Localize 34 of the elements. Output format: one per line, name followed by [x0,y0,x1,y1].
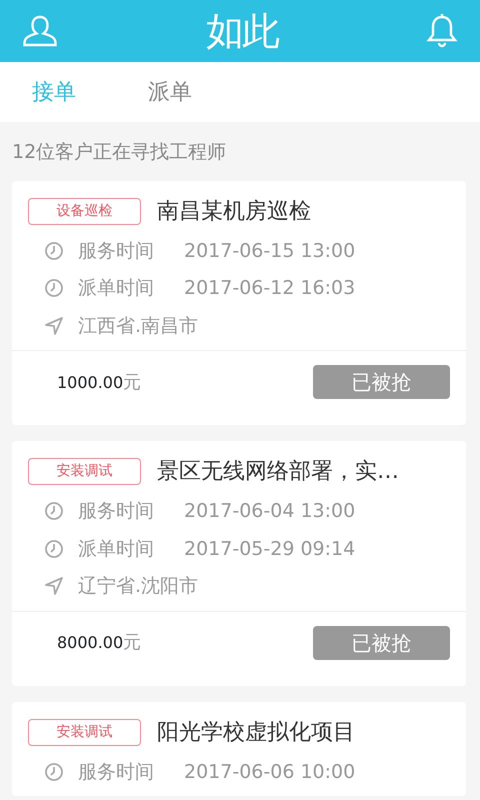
time-label: 派单时间 [78,276,154,301]
time-value: 2017-05-29 09:14 [184,536,356,562]
location-arrow-icon [44,316,64,336]
order-title: 景区无线网络部署，实… [157,458,399,486]
time-label: 服务时间 [78,238,154,264]
location-arrow-icon [44,576,64,596]
order-card[interactable]: 安装调试 阳光学校虚拟化项目 服务时间 2017-06-06 10:00 [12,702,466,796]
time-label: 服务时间 [78,760,154,784]
tab[interactable]: 派单 [148,76,192,108]
clock-icon [44,278,64,298]
category-tag: 安装调试 [28,458,141,485]
order-title: 南昌某机房巡检 [157,198,311,226]
app-logo: 如此 [206,12,278,50]
category-tag: 安装调试 [28,718,141,746]
price-text: 8000.00元 [57,631,142,655]
clock-icon [44,501,64,522]
tab[interactable]: 接单 [32,76,76,108]
order-title: 阳光学校虚拟化项目 [157,718,355,746]
time-value: 2017-06-15 13:00 [184,238,356,264]
time-value: 2017-06-06 10:00 [184,760,356,784]
price-text: 1000.00元 [57,370,142,394]
time-label: 服务时间 [78,499,154,524]
clock-icon [44,762,64,782]
time-value: 2017-06-12 16:03 [184,276,356,301]
profile-icon[interactable] [22,14,58,48]
notification-icon[interactable] [426,13,458,49]
clock-icon [44,538,64,559]
time-value: 2017-06-04 13:00 [184,499,356,524]
time-label: 派单时间 [78,536,154,562]
order-count-text: 12位客户正在寻找工程师 [11,140,228,165]
location-text: 江西省.南昌市 [78,314,198,338]
clock-icon [44,240,64,261]
location-text: 辽宁省.沈阳市 [78,574,198,599]
category-tag: 设备巡检 [28,198,141,224]
